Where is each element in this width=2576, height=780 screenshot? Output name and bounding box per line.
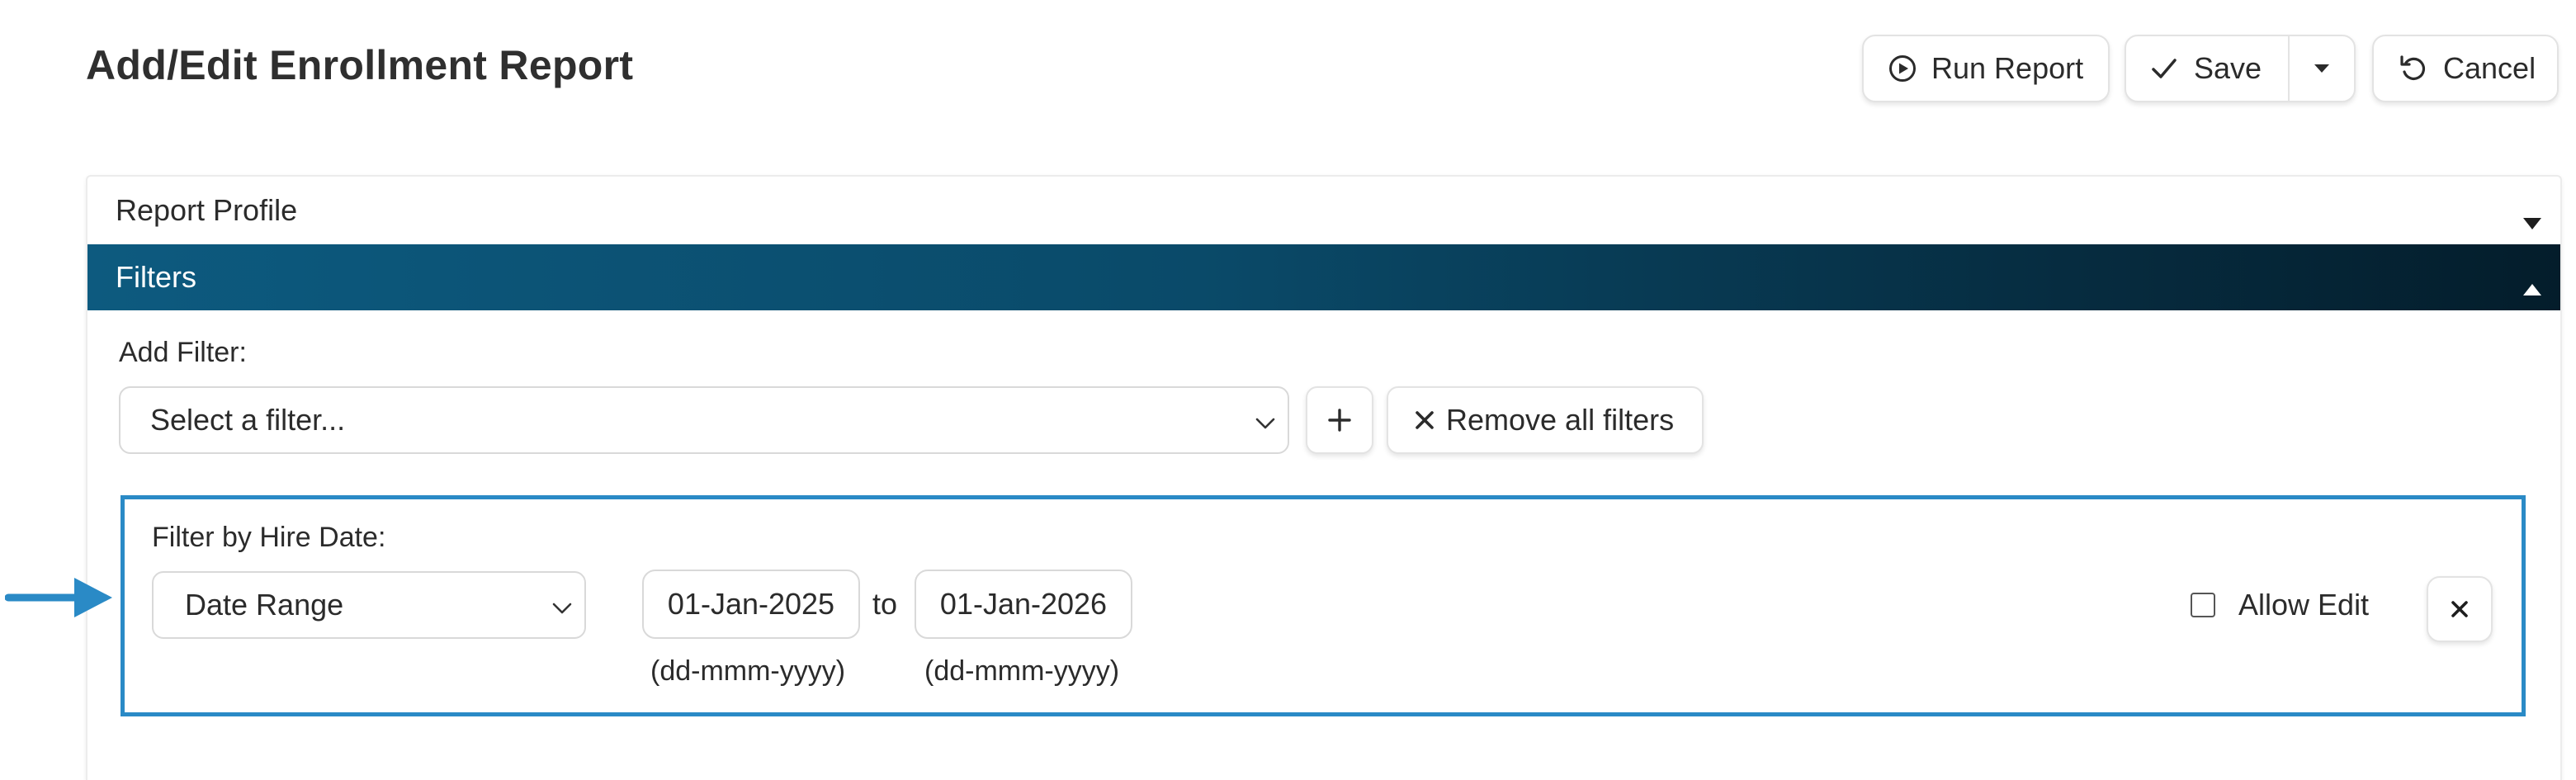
save-menu-button[interactable] [2290, 36, 2354, 101]
end-date-format-hint: (dd-mmm-yyyy) [924, 655, 1120, 687]
allow-edit-option[interactable]: Allow Edit [2191, 588, 2369, 622]
arrow-right-icon [4, 576, 114, 623]
save-button[interactable]: Save [2126, 36, 2288, 101]
triangle-down-icon [2522, 203, 2542, 238]
chevron-down-icon [1255, 403, 1276, 437]
triangle-up-icon [2522, 269, 2542, 304]
chevron-down-icon [551, 588, 573, 622]
add-filter-label: Add Filter: [119, 337, 247, 368]
cancel-label: Cancel [2443, 51, 2536, 85]
end-date-input[interactable]: 01-Jan-2026 [915, 570, 1132, 639]
hire-date-filter-label: Filter by Hire Date: [152, 522, 386, 553]
date-range-to-label: to [872, 587, 898, 621]
remove-filter-button[interactable] [2427, 576, 2493, 642]
check-icon [2151, 57, 2177, 80]
allow-edit-label: Allow Edit [2238, 588, 2370, 622]
date-mode-select[interactable]: Date Range [152, 571, 586, 639]
section-filters[interactable]: Filters [87, 244, 2560, 310]
save-label: Save [2194, 51, 2262, 85]
start-date-input[interactable]: 01-Jan-2025 [642, 570, 860, 639]
date-mode-value: Date Range [185, 588, 344, 622]
run-report-label: Run Report [1931, 51, 2084, 85]
page-title: Add/Edit Enrollment Report [86, 42, 634, 88]
remove-all-filters-button[interactable]: Remove all filters [1387, 386, 1704, 454]
close-icon [1415, 410, 1435, 430]
plus-icon [1327, 408, 1352, 433]
cancel-button[interactable]: Cancel [2372, 35, 2559, 102]
run-report-button[interactable]: Run Report [1862, 35, 2110, 102]
close-icon [2451, 600, 2469, 618]
allow-edit-checkbox[interactable] [2191, 593, 2215, 617]
filter-select[interactable]: Select a filter... [119, 386, 1289, 454]
caret-down-icon [2314, 64, 2330, 73]
section-report-profile[interactable]: Report Profile [87, 177, 2560, 244]
remove-all-filters-label: Remove all filters [1446, 403, 1675, 437]
start-date-format-hint: (dd-mmm-yyyy) [650, 655, 846, 687]
add-filter-button[interactable] [1306, 386, 1373, 454]
section-profile-label: Report Profile [116, 193, 298, 227]
save-button-group: Save [2125, 35, 2356, 102]
section-filters-label: Filters [116, 260, 196, 294]
undo-icon [2399, 54, 2428, 83]
filter-select-value: Select a filter... [150, 403, 346, 437]
play-circle-icon [1888, 54, 1917, 83]
